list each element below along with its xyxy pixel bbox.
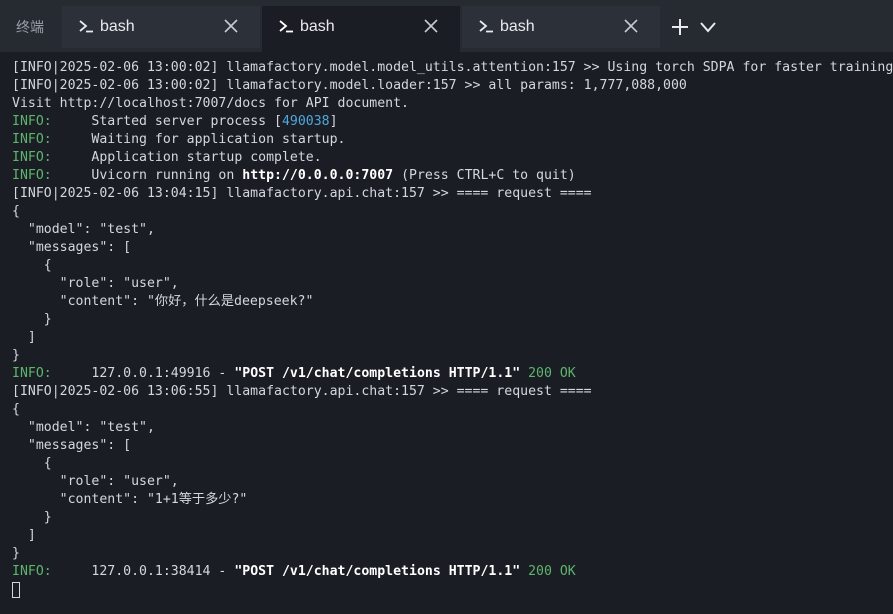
terminal-text: Visit http://localhost:7007/docs for API…: [12, 96, 409, 111]
terminal-line: [INFO|2025-02-06 13:06:55] llamafactory.…: [12, 383, 893, 401]
terminal-text: {: [12, 258, 52, 273]
tab-bash-2[interactable]: bash: [262, 6, 460, 52]
terminal-text: "content": "你好，什么是deepseek?": [12, 294, 314, 309]
close-icon[interactable]: [424, 19, 438, 33]
terminal-line: Visit http://localhost:7007/docs for API…: [12, 95, 893, 113]
terminal-line: INFO: Started server process [490038]: [12, 113, 893, 131]
terminal-text: {: [12, 402, 20, 417]
terminal-text: {: [12, 456, 52, 471]
terminal-line: "messages": [: [12, 239, 893, 257]
app-label: 终端: [16, 20, 44, 36]
close-icon[interactable]: [624, 19, 638, 33]
terminal-line: "content": "你好，什么是deepseek?": [12, 293, 893, 311]
close-icon[interactable]: [224, 19, 238, 33]
terminal-text: http://0.0.0.0:7007: [242, 168, 394, 183]
terminal-prompt-icon: [79, 20, 93, 33]
terminal-line: "content": "1+1等于多少?": [12, 491, 893, 509]
terminal-text: {: [12, 204, 20, 219]
tab-bar: 终端 bash bash bash: [0, 0, 893, 52]
log-level: INFO:: [12, 114, 52, 129]
terminal-text: 490038: [281, 114, 330, 129]
terminal-line: }: [12, 509, 893, 527]
terminal-text: [INFO|2025-02-06 13:06:55] llamafactory.…: [12, 384, 592, 399]
terminal-line: }: [12, 311, 893, 329]
terminal-text: ]: [12, 330, 36, 345]
terminal-text: ]: [12, 528, 36, 543]
log-level: INFO:: [12, 132, 52, 147]
status-ok: 200 OK: [528, 366, 576, 381]
log-level: INFO:: [12, 168, 52, 183]
terminal-prompt-icon: [279, 20, 293, 33]
terminal-text: [INFO|2025-02-06 13:04:15] llamafactory.…: [12, 186, 592, 201]
terminal-output[interactable]: [INFO|2025-02-06 13:00:02] llamafactory.…: [12, 59, 893, 614]
terminal-line: "model": "test",: [12, 221, 893, 239]
terminal-text: "messages": [: [12, 438, 132, 453]
terminal-text: ]: [329, 114, 338, 129]
cursor: [12, 582, 20, 598]
terminal-text: "messages": [: [12, 240, 132, 255]
terminal-line: INFO: Application startup complete.: [12, 149, 893, 167]
terminal-text: 127.0.0.1:38414 -: [51, 564, 235, 579]
terminal-text: (Press CTRL+C to quit): [393, 168, 576, 183]
terminal-line: INFO: Uvicorn running on http://0.0.0.0:…: [12, 167, 893, 185]
log-level: INFO:: [12, 150, 52, 165]
terminal-text: Started server process [: [51, 114, 282, 129]
terminal-text: "content": "1+1等于多少?": [12, 492, 248, 507]
terminal-line: {: [12, 257, 893, 275]
terminal-line: "role": "user",: [12, 473, 893, 491]
terminal-text: [INFO|2025-02-06 13:00:02] llamafactory.…: [12, 78, 687, 93]
terminal-line: }: [12, 347, 893, 365]
terminal-line: INFO: 127.0.0.1:49916 - "POST /v1/chat/c…: [12, 365, 893, 383]
terminal-line: {: [12, 401, 893, 419]
terminal-text: Uvicorn running on: [51, 168, 243, 183]
terminal-line: "messages": [: [12, 437, 893, 455]
terminal-text: [INFO|2025-02-06 13:00:02] llamafactory.…: [12, 60, 893, 75]
terminal-line: [INFO|2025-02-06 13:00:02] llamafactory.…: [12, 77, 893, 95]
terminal-line: INFO: Waiting for application startup.: [12, 131, 893, 149]
terminal-line: "model": "test",: [12, 419, 893, 437]
tab-bash-1[interactable]: bash: [62, 6, 260, 48]
log-level: INFO:: [12, 366, 52, 381]
status-ok: 200 OK: [528, 564, 576, 579]
terminal-text: "model": "test",: [12, 222, 155, 237]
terminal-line: ]: [12, 527, 893, 545]
tab-title: bash: [100, 18, 135, 35]
chevron-down-icon[interactable]: [699, 20, 717, 34]
prompt-line[interactable]: [12, 581, 893, 599]
tab-title: bash: [300, 18, 335, 35]
terminal-window: 终端 bash bash bash [INFO|2025-02-06 13:00…: [0, 0, 893, 614]
terminal-text: "POST /v1/chat/completions HTTP/1.1": [234, 366, 521, 381]
terminal-line: "role": "user",: [12, 275, 893, 293]
terminal-line: {: [12, 203, 893, 221]
terminal-line: }: [12, 545, 893, 563]
tab-bash-3[interactable]: bash: [462, 6, 660, 48]
tab-title: bash: [500, 18, 535, 35]
log-level: INFO:: [12, 564, 52, 579]
terminal-prompt-icon: [479, 20, 493, 33]
terminal-line: [INFO|2025-02-06 13:04:15] llamafactory.…: [12, 185, 893, 203]
terminal-text: 127.0.0.1:49916 -: [51, 366, 235, 381]
terminal-text: "role": "user",: [12, 276, 179, 291]
terminal-text: }: [12, 312, 52, 327]
terminal-line: INFO: 127.0.0.1:38414 - "POST /v1/chat/c…: [12, 563, 893, 581]
terminal-text: "model": "test",: [12, 420, 155, 435]
terminal-line: [INFO|2025-02-06 13:00:02] llamafactory.…: [12, 59, 893, 77]
terminal-line: ]: [12, 329, 893, 347]
terminal-text: }: [12, 348, 20, 363]
plus-icon[interactable]: [671, 18, 689, 36]
terminal-text: "POST /v1/chat/completions HTTP/1.1": [234, 564, 521, 579]
terminal-text: Waiting for application startup.: [51, 132, 346, 147]
terminal-text: }: [12, 546, 20, 561]
terminal-text: }: [12, 510, 52, 525]
terminal-line: {: [12, 455, 893, 473]
terminal-text: Application startup complete.: [51, 150, 322, 165]
terminal-text: "role": "user",: [12, 474, 179, 489]
